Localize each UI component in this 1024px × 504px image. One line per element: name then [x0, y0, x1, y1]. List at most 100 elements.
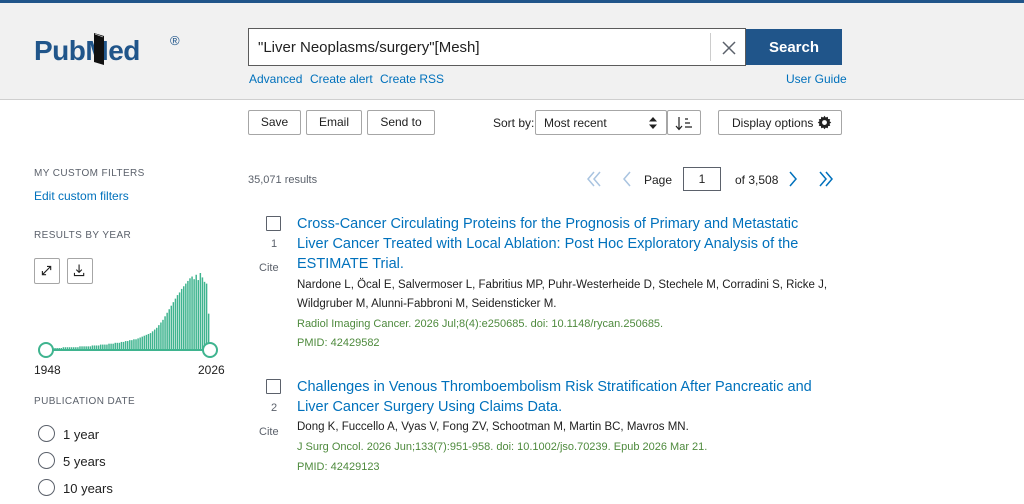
year-bar-2008[interactable]: [170, 305, 173, 349]
search-input[interactable]: [258, 37, 698, 57]
year-bar-2007[interactable]: [168, 309, 170, 349]
clear-search-icon[interactable]: [717, 36, 741, 60]
year-bar-1987[interactable]: [126, 341, 129, 349]
result-1-checkbox[interactable]: [266, 216, 281, 231]
year-bar-1993[interactable]: [139, 337, 141, 349]
year-bar-2019[interactable]: [193, 279, 195, 349]
year-bar-2001[interactable]: [156, 327, 158, 349]
year-bar-1996[interactable]: [145, 334, 148, 349]
year-bar-1998[interactable]: [149, 333, 152, 349]
year-bar-2010[interactable]: [174, 298, 177, 349]
advanced-link[interactable]: Advanced: [249, 72, 302, 86]
year-bar-2000[interactable]: [153, 329, 156, 349]
year-bar-2004[interactable]: [162, 319, 164, 349]
year-bar-1972[interactable]: [95, 345, 98, 349]
year-bar-2017[interactable]: [189, 278, 191, 349]
previous-page-icon[interactable]: [617, 168, 637, 190]
year-bar-2002[interactable]: [158, 325, 160, 349]
year-bar-1992[interactable]: [137, 338, 139, 349]
year-bar-1971[interactable]: [93, 345, 96, 349]
year-bar-2024[interactable]: [203, 281, 206, 349]
year-bar-2020[interactable]: [195, 274, 197, 349]
radio-circle[interactable]: [38, 425, 55, 442]
year-bar-1970[interactable]: [91, 345, 94, 349]
year-bar-1983[interactable]: [118, 342, 121, 349]
year-bar-1957[interactable]: [64, 347, 67, 349]
result-1-title-line-1[interactable]: Cross-Cancer Circulating Proteins for th…: [297, 214, 798, 234]
result-1-cite-button[interactable]: Cite: [259, 262, 279, 274]
year-bar-2012[interactable]: [178, 292, 181, 349]
next-page-icon[interactable]: [783, 168, 803, 190]
result-2-cite-button[interactable]: Cite: [259, 426, 279, 438]
year-bar-1997[interactable]: [147, 333, 150, 349]
year-bar-1980[interactable]: [112, 343, 114, 349]
save-button[interactable]: Save: [248, 110, 301, 135]
year-bar-1952[interactable]: [54, 348, 56, 349]
year-bar-1962[interactable]: [75, 347, 77, 349]
year-bar-1965[interactable]: [81, 346, 83, 349]
year-bar-1969[interactable]: [89, 346, 92, 349]
year-bar-1974[interactable]: [99, 344, 102, 349]
year-bar-1963[interactable]: [77, 347, 79, 349]
year-bar-1953[interactable]: [56, 348, 58, 349]
year-bar-2014[interactable]: [183, 286, 185, 349]
result-1-title-line-2[interactable]: Liver Cancer Treated with Local Ablation…: [297, 234, 798, 254]
year-bar-1981[interactable]: [114, 342, 116, 349]
result-2-title-line-1[interactable]: Challenges in Venous Thromboembolism Ris…: [297, 377, 812, 397]
result-2-title-line-2[interactable]: Liver Cancer Surgery Using Claims Data.: [297, 397, 562, 417]
year-bar-1975[interactable]: [102, 344, 104, 349]
year-bar-1955[interactable]: [60, 348, 63, 349]
last-page-icon[interactable]: [816, 168, 836, 190]
year-bar-1984[interactable]: [120, 341, 123, 349]
results-by-year-chart[interactable]: [36, 262, 218, 362]
year-bar-1986[interactable]: [124, 341, 127, 349]
page-number-input[interactable]: [683, 167, 721, 191]
year-bar-2021[interactable]: [197, 280, 200, 349]
create-rss-link[interactable]: Create RSS: [380, 72, 444, 86]
year-bar-2009[interactable]: [172, 302, 175, 349]
year-bar-1978[interactable]: [108, 343, 110, 349]
year-bar-1982[interactable]: [116, 342, 119, 349]
year-bar-2022[interactable]: [199, 273, 202, 349]
create-alert-link[interactable]: Create alert: [310, 72, 373, 86]
year-bar-2016[interactable]: [187, 280, 189, 349]
range-start-handle[interactable]: [38, 342, 54, 358]
year-bar-1968[interactable]: [87, 346, 89, 349]
user-guide-link[interactable]: User Guide: [786, 72, 847, 86]
display-options-button[interactable]: Display options: [718, 110, 842, 135]
edit-custom-filters-link[interactable]: Edit custom filters: [34, 189, 129, 203]
year-bar-2018[interactable]: [191, 276, 193, 349]
range-end-handle[interactable]: [202, 342, 218, 358]
radio-circle[interactable]: [38, 479, 55, 496]
year-bar-2023[interactable]: [201, 277, 204, 349]
year-bar-1966[interactable]: [83, 346, 85, 349]
first-page-icon[interactable]: [584, 168, 604, 190]
year-bar-1976[interactable]: [104, 344, 106, 349]
radio-circle[interactable]: [38, 452, 55, 469]
year-bar-1994[interactable]: [141, 336, 143, 349]
year-bar-2006[interactable]: [166, 312, 168, 349]
sort-order-button[interactable]: [667, 110, 701, 135]
year-bar-1990[interactable]: [133, 339, 135, 349]
year-bar-1973[interactable]: [97, 345, 100, 349]
search-button[interactable]: Search: [746, 29, 842, 65]
year-bar-1956[interactable]: [62, 347, 65, 349]
year-bar-2011[interactable]: [176, 295, 179, 349]
year-bar-1954[interactable]: [58, 348, 60, 349]
year-bar-2013[interactable]: [180, 288, 183, 349]
year-bar-1964[interactable]: [79, 346, 81, 349]
year-bar-1988[interactable]: [129, 340, 131, 349]
send-to-button[interactable]: Send to: [367, 110, 435, 135]
year-bar-1960[interactable]: [70, 347, 73, 349]
year-bar-1999[interactable]: [151, 331, 154, 349]
year-bar-1961[interactable]: [72, 347, 75, 349]
year-bar-2003[interactable]: [160, 322, 162, 349]
result-1-title-line-3[interactable]: ESTIMATE Trial.: [297, 254, 404, 274]
year-bar-1985[interactable]: [122, 341, 125, 349]
year-bar-2025[interactable]: [205, 283, 208, 349]
year-bar-1995[interactable]: [143, 335, 146, 349]
year-bar-1958[interactable]: [66, 347, 69, 349]
year-bar-2005[interactable]: [164, 316, 166, 349]
year-bar-1989[interactable]: [131, 340, 133, 349]
pubmed-logo[interactable]: PubMed ®: [34, 31, 194, 71]
